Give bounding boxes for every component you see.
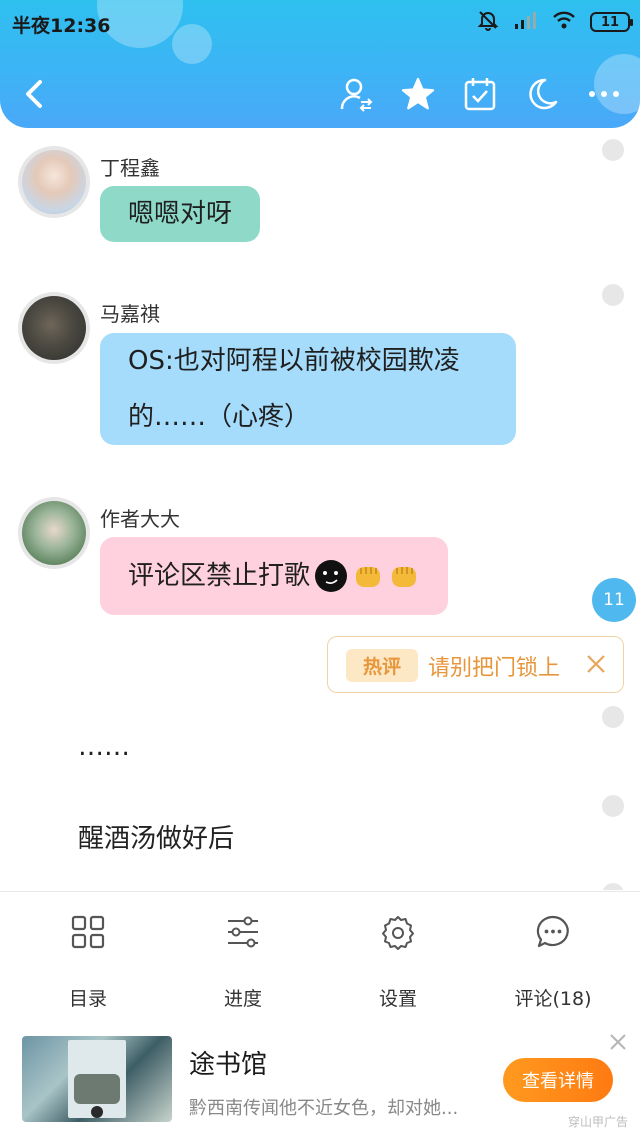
- comment-count-badge[interactable]: 11: [592, 578, 636, 622]
- message-line: 的……（心疼）: [128, 402, 311, 432]
- hot-comment-tag: 热评: [346, 649, 418, 682]
- more-icon[interactable]: [586, 74, 622, 114]
- speaker-name: 丁程鑫: [100, 156, 160, 180]
- narration-line: ……: [78, 732, 130, 762]
- paragraph-comment-dot[interactable]: [602, 706, 624, 728]
- play-icon: [91, 1106, 103, 1118]
- star-icon[interactable]: [400, 74, 436, 114]
- calendar-check-icon[interactable]: [462, 74, 498, 114]
- paragraph-comment-dot[interactable]: [602, 284, 624, 306]
- toolbar-settings[interactable]: 设置: [333, 910, 463, 1011]
- toolbar-comments[interactable]: 评论(18): [488, 910, 618, 1011]
- progress-sliders-icon: [178, 910, 308, 954]
- avatar[interactable]: [18, 292, 90, 364]
- nav-actions: [338, 74, 622, 114]
- hot-comment-popup[interactable]: 热评 请别把门锁上: [327, 636, 624, 693]
- hot-comment-text: 请别把门锁上: [428, 656, 561, 681]
- close-icon[interactable]: [583, 651, 609, 677]
- toolbar-label: 评论(18): [514, 988, 592, 1010]
- status-icons: 11: [476, 8, 633, 36]
- header: 半夜12:36 11: [0, 0, 640, 128]
- mute-bell-icon: [476, 8, 500, 36]
- speaker-name: 马嘉祺: [100, 302, 160, 326]
- fist-emoji-icon: [352, 561, 384, 591]
- avatar[interactable]: [18, 497, 90, 569]
- paragraph-comment-dot[interactable]: [602, 795, 624, 817]
- close-icon[interactable]: [606, 1030, 630, 1054]
- toolbar-catalog[interactable]: 目录: [23, 910, 153, 1011]
- ad-banner[interactable]: 途书馆 黔西南传闻他不近女色，却对她... 查看详情 穿山甲广告: [0, 1016, 640, 1138]
- toolbar-progress[interactable]: 进度: [178, 910, 308, 1011]
- catalog-grid-icon: [23, 910, 153, 954]
- comment-bubble-icon: [488, 910, 618, 954]
- reader-toolbar: 目录 进度 设置 评论(18): [0, 891, 640, 1016]
- wifi-icon: [552, 10, 576, 34]
- speaker-name: 作者大大: [100, 507, 180, 531]
- message-bubble[interactable]: 评论区禁止打歌: [100, 537, 449, 615]
- fist-emoji-icon: [388, 561, 420, 591]
- paragraph-comment-dot[interactable]: [602, 883, 624, 890]
- avatar-image: [22, 296, 86, 360]
- status-bar: 半夜12:36 11: [0, 0, 640, 46]
- chevron-left-icon[interactable]: [18, 74, 54, 114]
- settings-gear-icon: [333, 910, 463, 954]
- avatar-image: [22, 150, 86, 214]
- narration-line: 醒酒汤做好后: [78, 824, 235, 854]
- message-bubble[interactable]: 嗯嗯对呀: [100, 186, 261, 242]
- ad-thumbnail[interactable]: [22, 1036, 172, 1122]
- reader-nav: [0, 64, 640, 124]
- ad-source-label: 穿山甲广告: [567, 1115, 628, 1129]
- ad-poster-image: [68, 1040, 126, 1118]
- avatar-image: [22, 501, 86, 565]
- character-switch-icon[interactable]: [338, 74, 374, 114]
- smirk-emoji-icon: [314, 559, 348, 593]
- ad-details-button[interactable]: 查看详情: [503, 1058, 613, 1102]
- toolbar-label: 设置: [378, 988, 417, 1010]
- message-text: 评论区禁止打歌: [128, 561, 311, 591]
- message-line: OS:也对阿程以前被校园欺凌: [128, 346, 460, 376]
- moon-icon[interactable]: [524, 74, 560, 114]
- message-bubble[interactable]: OS:也对阿程以前被校园欺凌 的……（心疼）: [100, 333, 516, 445]
- status-time: 半夜12:36: [12, 15, 111, 37]
- toolbar-label: 进度: [223, 988, 262, 1010]
- avatar[interactable]: [18, 146, 90, 218]
- toolbar-label: 目录: [68, 988, 107, 1010]
- paragraph-comment-dot[interactable]: [602, 139, 624, 161]
- ad-title: 途书馆: [189, 1050, 268, 1080]
- ad-description: 黔西南传闻他不近女色，却对她...: [189, 1098, 459, 1119]
- signal-icon: [514, 10, 538, 34]
- ad-poster-figures: [74, 1074, 120, 1104]
- chat-area[interactable]: 丁程鑫 嗯嗯对呀 马嘉祺 OS:也对阿程以前被校园欺凌 的……（心疼） 作者大大…: [0, 128, 640, 890]
- battery-indicator: 11: [590, 12, 633, 32]
